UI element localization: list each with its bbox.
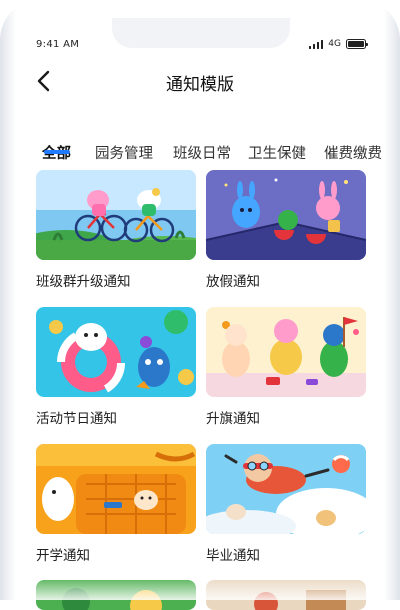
battery-icon (346, 39, 368, 49)
tab-campus-management[interactable]: 园务管理 (95, 142, 153, 163)
signal-icon (308, 39, 324, 49)
tab-health-care[interactable]: 卫生保健 (248, 142, 306, 163)
status-time: 9:41 AM (36, 39, 80, 50)
template-title: 放假通知 (206, 274, 260, 290)
template-thumbnail[interactable] (206, 170, 366, 260)
active-tab-indicator (44, 150, 70, 154)
template-title: 升旗通知 (206, 411, 260, 427)
template-thumbnail[interactable] (36, 444, 196, 534)
tab-fee-payment[interactable]: 催费缴费 (324, 142, 382, 163)
template-thumbnail[interactable] (206, 444, 366, 534)
template-title: 毕业通知 (206, 548, 260, 564)
phone-frame: 9:41 AM 4G 通知模版 全部 园务管理 班级日常 卫生保健 催费缴费 班… (0, 0, 400, 610)
template-title: 开学通知 (36, 548, 90, 564)
page-title: 通知模版 (166, 75, 234, 95)
network-type: 4G (328, 39, 341, 49)
template-title: 班级群升级通知 (36, 274, 131, 290)
template-thumbnail[interactable] (206, 307, 366, 397)
device-notch (112, 18, 290, 48)
scroll-fade (18, 576, 382, 600)
template-thumbnail[interactable] (36, 170, 196, 260)
tab-class-daily[interactable]: 班级日常 (173, 142, 231, 163)
template-thumbnail[interactable] (36, 307, 196, 397)
status-indicators: 4G (308, 38, 368, 50)
template-title: 活动节日通知 (36, 411, 117, 427)
